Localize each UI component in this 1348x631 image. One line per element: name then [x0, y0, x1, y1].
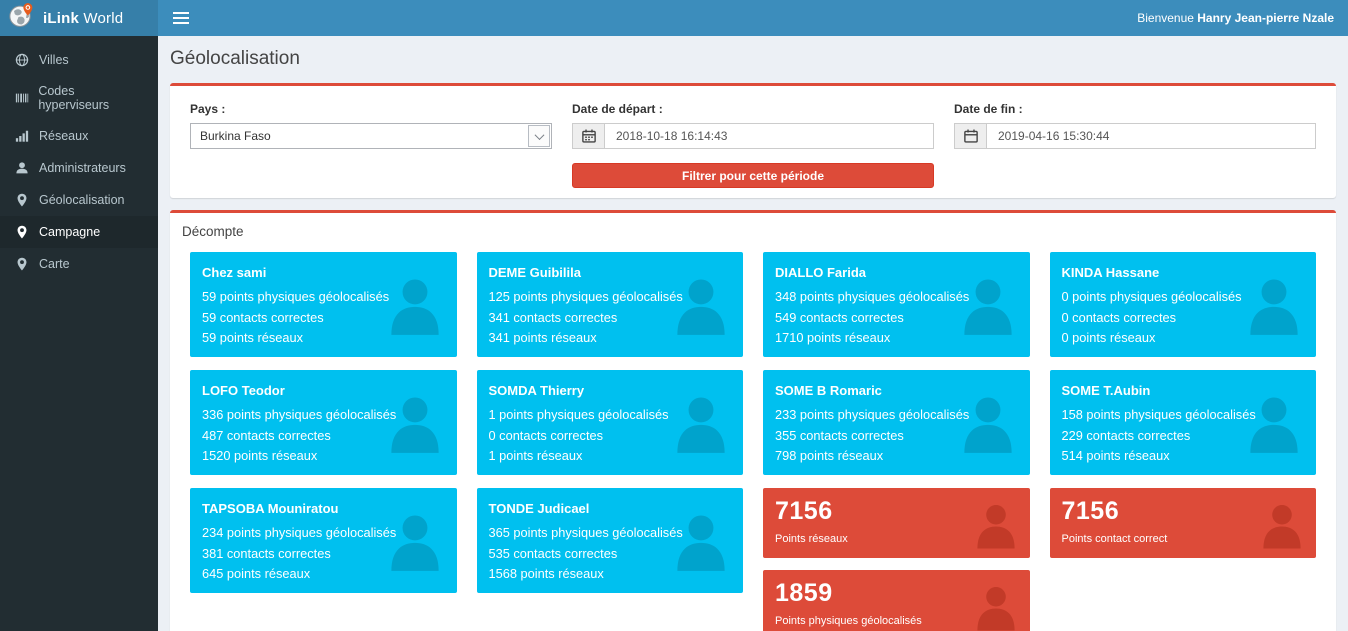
date-start-label: Date de départ :	[572, 102, 934, 116]
decompte-panel: Décompte Chez sami59 points physiques gé…	[170, 210, 1336, 631]
agent-card: SOME B Romaric233 points physiques géolo…	[763, 370, 1030, 475]
person-icon	[673, 387, 729, 459]
sidebar-item-campagne[interactable]: Campagne	[0, 216, 158, 248]
card-column: Chez sami59 points physiques géolocalisé…	[180, 252, 467, 631]
decompte-title: Décompte	[170, 213, 1336, 252]
user-icon	[14, 160, 30, 176]
cards-grid: Chez sami59 points physiques géolocalisé…	[170, 252, 1336, 631]
date-start-group: Date de départ : Filtrer pour cette péri…	[562, 102, 944, 188]
sidebar-item-label: Villes	[39, 53, 69, 67]
agent-card: KINDA Hassane0 points physiques géolocal…	[1050, 252, 1317, 357]
country-label: Pays :	[190, 102, 552, 116]
page-title: Géolocalisation	[170, 48, 1336, 70]
sidebar-item-label: Campagne	[39, 225, 100, 239]
agent-card: SOMDA Thierry1 points physiques géolocal…	[477, 370, 744, 475]
app-window: iLink World Bienvenue Hanry Jean-pierre …	[0, 0, 1348, 631]
card-column: DIALLO Farida348 points physiques géoloc…	[753, 252, 1040, 631]
agent-card: TAPSOBA Mouniratou234 points physiques g…	[190, 488, 457, 593]
hamburger-icon	[173, 9, 189, 27]
person-icon	[974, 498, 1018, 552]
person-icon	[960, 387, 1016, 459]
welcome-message: Bienvenue Hanry Jean-pierre Nzale	[1137, 11, 1348, 25]
person-icon	[1246, 269, 1302, 341]
agent-card: TONDE Judicael365 points physiques géolo…	[477, 488, 744, 593]
sidebar-menu: Villes Codes hyperviseurs Réseaux Administr…	[0, 36, 158, 631]
country-select[interactable]: Burkina Faso	[190, 123, 552, 149]
agent-card: SOME T.Aubin158 points physiques géoloca…	[1050, 370, 1317, 475]
chevron-down-icon	[528, 125, 550, 147]
person-icon	[1246, 387, 1302, 459]
person-icon	[960, 269, 1016, 341]
date-end-group: Date de fin :	[944, 102, 1326, 188]
brand-logo[interactable]: iLink World	[0, 0, 158, 36]
filter-panel: Pays : Burkina Faso Date de départ : Fi	[170, 83, 1336, 198]
globe-pin-logo-icon	[8, 2, 35, 34]
total-card: 7156Points réseaux	[763, 488, 1030, 558]
globe-icon	[14, 52, 30, 68]
map-marker-icon	[14, 256, 30, 272]
date-end-label: Date de fin :	[954, 102, 1316, 116]
card-column: DEME Guibilila125 points physiques géolo…	[467, 252, 754, 631]
sidebar-item-label: Réseaux	[39, 129, 88, 143]
person-icon	[673, 269, 729, 341]
date-end-input[interactable]	[986, 123, 1316, 149]
sidebar-item-villes[interactable]: Villes	[0, 44, 158, 76]
map-marker-icon	[14, 224, 30, 240]
sidebar-item-label: Carte	[39, 257, 70, 271]
calendar-icon[interactable]	[572, 123, 604, 149]
person-icon	[387, 387, 443, 459]
top-navbar: Bienvenue Hanry Jean-pierre Nzale	[158, 0, 1348, 36]
sidebar-toggle-button[interactable]	[158, 0, 204, 36]
agent-card: DIALLO Farida348 points physiques géoloc…	[763, 252, 1030, 357]
agent-card: LOFO Teodor336 points physiques géolocal…	[190, 370, 457, 475]
country-select-value: Burkina Faso	[200, 129, 271, 143]
total-card: 7156Points contact correct	[1050, 488, 1317, 558]
person-icon	[387, 269, 443, 341]
agent-card: DEME Guibilila125 points physiques géolo…	[477, 252, 744, 357]
barcode-icon	[14, 90, 29, 106]
filter-period-button[interactable]: Filtrer pour cette période	[572, 163, 934, 188]
sidebar-item-r-seaux[interactable]: Réseaux	[0, 120, 158, 152]
agent-card: Chez sami59 points physiques géolocalisé…	[190, 252, 457, 357]
sidebar-item-administrateurs[interactable]: Administrateurs	[0, 152, 158, 184]
card-column: KINDA Hassane0 points physiques géolocal…	[1040, 252, 1327, 631]
sidebar-item-codes-hyperviseurs[interactable]: Codes hyperviseurs	[0, 76, 158, 120]
country-filter-group: Pays : Burkina Faso	[180, 102, 562, 188]
sidebar-item-label: Géolocalisation	[39, 193, 124, 207]
sidebar-item-label: Administrateurs	[39, 161, 126, 175]
sidebar-item-label: Codes hyperviseurs	[38, 84, 144, 112]
signal-icon	[14, 128, 30, 144]
sidebar-item-g-olocalisation[interactable]: Géolocalisation	[0, 184, 158, 216]
sidebar-item-carte[interactable]: Carte	[0, 248, 158, 280]
person-icon	[673, 505, 729, 577]
main-content: Géolocalisation Pays : Burkina Faso Date…	[158, 36, 1348, 631]
person-icon	[974, 580, 1018, 631]
map-marker-icon	[14, 192, 30, 208]
date-start-input[interactable]	[604, 123, 934, 149]
person-icon	[387, 505, 443, 577]
calendar-icon[interactable]	[954, 123, 986, 149]
person-icon	[1260, 498, 1304, 552]
total-card: 1859Points physiques géolocalisés	[763, 570, 1030, 631]
brand-title: iLink World	[43, 10, 123, 27]
